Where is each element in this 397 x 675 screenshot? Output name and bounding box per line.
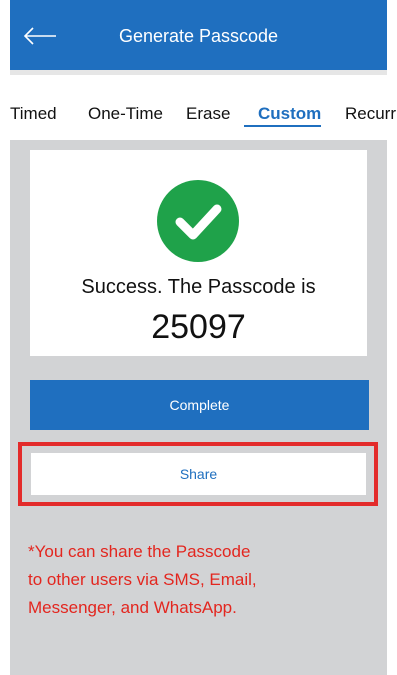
complete-button[interactable]: Complete: [30, 380, 369, 430]
tab-recurring[interactable]: Recurr: [345, 104, 396, 124]
check-circle-icon: [157, 180, 239, 262]
tab-bar: Timed One-Time Erase Custom Recurr: [0, 96, 397, 132]
note-line: Messenger, and WhatsApp.: [28, 598, 237, 617]
page-title: Generate Passcode: [118, 26, 279, 46]
note-line: *You can share the Passcode: [28, 542, 251, 561]
app-header: Generate Passcode: [10, 0, 387, 75]
share-note: *You can share the Passcode to other use…: [28, 538, 378, 622]
passcode-value: 25097: [151, 308, 246, 346]
tab-custom[interactable]: Custom: [243, 104, 322, 127]
tab-timed[interactable]: Timed: [10, 104, 57, 124]
tab-erase[interactable]: Erase: [186, 104, 230, 124]
note-line: to other users via SMS, Email,: [28, 570, 257, 589]
tab-one-time[interactable]: One-Time: [88, 104, 163, 124]
share-button[interactable]: Share: [31, 453, 366, 495]
result-card: Success. The Passcode is 25097: [30, 150, 367, 356]
success-message: Success. The Passcode is: [81, 276, 316, 298]
share-highlight-frame: Share: [18, 442, 378, 506]
content-panel: Success. The Passcode is 25097 Complete …: [10, 140, 387, 675]
